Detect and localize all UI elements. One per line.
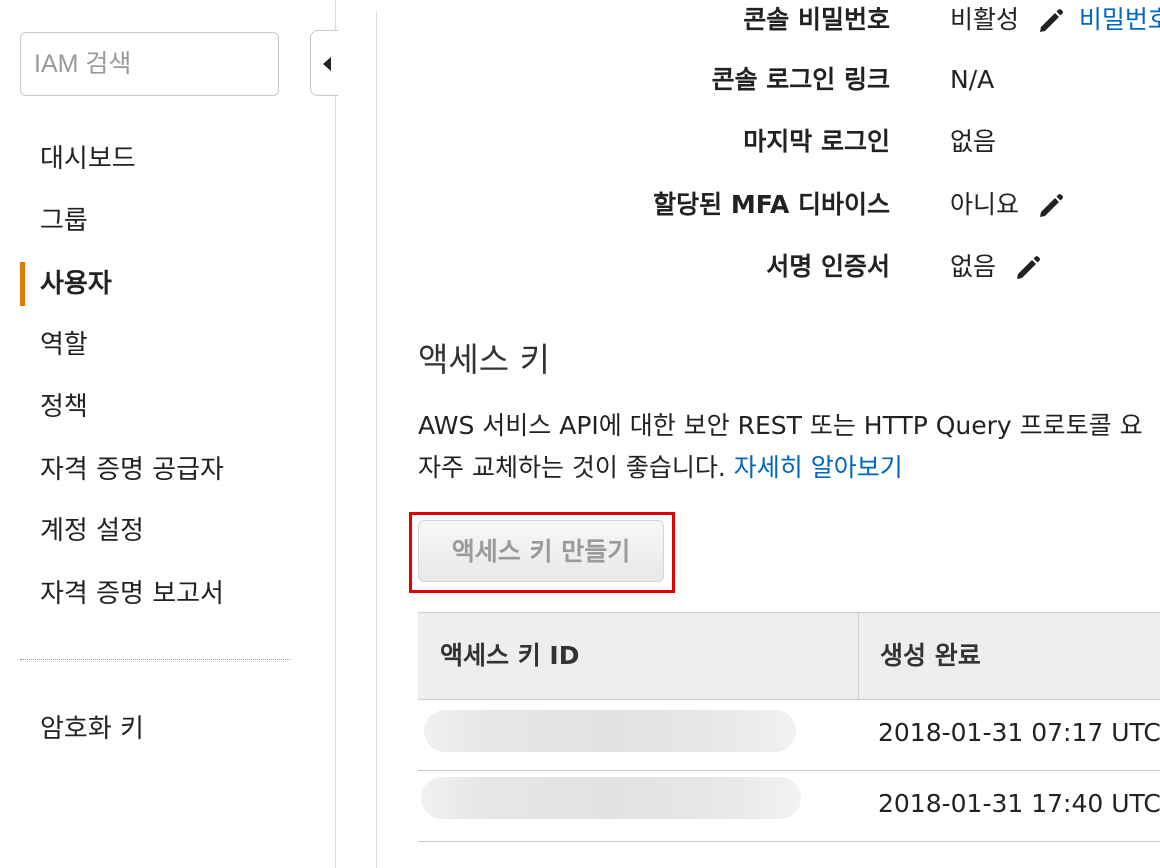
sidebar-item-account-settings[interactable]: 계정 설정: [40, 511, 144, 551]
console-password-value: 비활성 비밀번호: [950, 0, 1160, 40]
sidebar-item-credential-report[interactable]: 자격 증명 보고서: [40, 574, 224, 614]
console-login-link-value: N/A: [950, 65, 995, 94]
sidebar-collapse-button[interactable]: [310, 30, 338, 96]
active-indicator: [20, 262, 25, 306]
access-keys-description-line2: 자주 교체하는 것이 좋습니다. 자세히 알아보기: [418, 450, 903, 486]
learn-more-link[interactable]: 자세히 알아보기: [734, 453, 903, 482]
sidebar-item-identity-providers[interactable]: 자격 증명 공급자: [40, 450, 224, 490]
edit-pencil-icon[interactable]: [1037, 192, 1065, 220]
manage-password-link[interactable]: 비밀번호: [1079, 5, 1160, 34]
access-keys-heading: 액세스 키: [418, 340, 550, 379]
access-keys-description-text: 자주 교체하는 것이 좋습니다.: [418, 453, 726, 482]
console-password-label: 콘솔 비밀번호: [743, 5, 890, 34]
sidebar-item-dashboard[interactable]: 대시보드: [40, 139, 136, 179]
column-header-access-key-id[interactable]: 액세스 키 ID: [440, 613, 579, 699]
access-keys-table: 액세스 키 ID 생성 완료 2018-01-31 07:17 UTC 2018…: [418, 612, 1160, 842]
mfa-device-label: 할당된 MFA 디바이스: [653, 190, 890, 219]
sidebar-divider: [20, 659, 290, 660]
last-login-value: 없음: [950, 127, 997, 156]
redacted-access-key-id: [424, 710, 796, 752]
table-row: 2018-01-31 07:17 UTC: [418, 700, 1160, 771]
last-login-label: 마지막 로그인: [743, 127, 890, 156]
created-date: 2018-01-31 07:17 UTC: [878, 718, 1160, 747]
sidebar-item-groups[interactable]: 그룹: [40, 201, 88, 241]
iam-search-input[interactable]: [20, 32, 279, 96]
column-divider: [858, 613, 859, 699]
created-date: 2018-01-31 17:40 UTC: [878, 789, 1160, 818]
console-login-link-label: 콘솔 로그인 링크: [711, 65, 890, 94]
redacted-access-key-id: [421, 777, 801, 819]
mfa-device-status: 아니요: [950, 190, 1020, 219]
column-header-created[interactable]: 생성 완료: [880, 613, 981, 699]
signing-certs-label: 서명 인증서: [766, 252, 890, 281]
sidebar-item-encryption-keys[interactable]: 암호화 키: [40, 709, 144, 749]
edit-pencil-icon[interactable]: [1014, 254, 1042, 282]
signing-certs-status: 없음: [950, 252, 997, 281]
content-divider: [376, 12, 377, 868]
signing-certs-value: 없음: [950, 247, 1042, 287]
sidebar-item-policies[interactable]: 정책: [40, 387, 88, 427]
sidebar: 대시보드 그룹 사용자 역할 정책 자격 증명 공급자 계정 설정 자격 증명 …: [0, 0, 338, 868]
table-header: 액세스 키 ID 생성 완료: [418, 612, 1160, 700]
access-keys-description-line1: AWS 서비스 API에 대한 보안 REST 또는 HTTP Query 프로…: [418, 411, 1143, 440]
iam-user-page: 대시보드 그룹 사용자 역할 정책 자격 증명 공급자 계정 설정 자격 증명 …: [0, 0, 1160, 868]
create-access-key-button[interactable]: 액세스 키 만들기: [418, 520, 664, 582]
sidebar-item-roles[interactable]: 역할: [40, 325, 88, 365]
sidebar-item-users[interactable]: 사용자: [40, 264, 112, 304]
console-password-status: 비활성: [950, 5, 1020, 34]
edit-pencil-icon[interactable]: [1037, 7, 1065, 35]
table-row: 2018-01-31 17:40 UTC: [418, 771, 1160, 842]
collapse-left-icon: [323, 57, 331, 71]
mfa-device-value: 아니요: [950, 185, 1065, 225]
